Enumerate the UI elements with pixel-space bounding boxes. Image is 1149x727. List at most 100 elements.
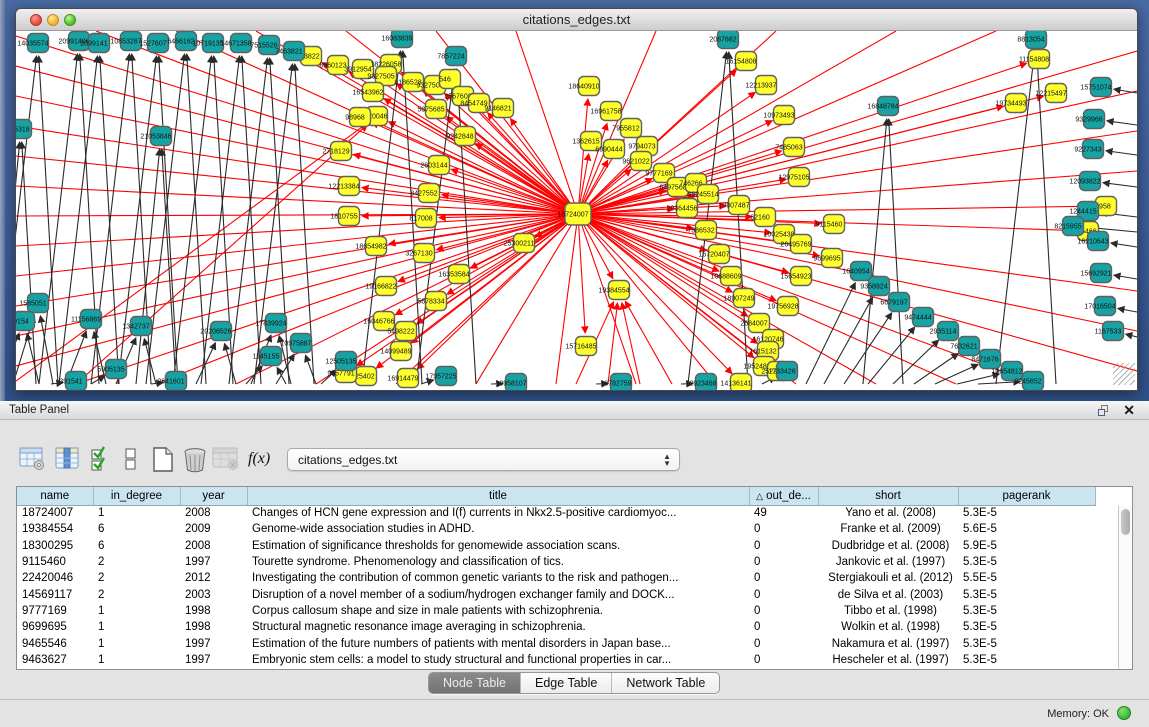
cell-name[interactable]: 19384554 bbox=[17, 521, 93, 537]
graph-node[interactable]: 17016504 bbox=[1084, 297, 1115, 316]
network-window-titlebar[interactable]: citations_edges.txt bbox=[16, 9, 1137, 31]
graph-node[interactable]: 12213384 bbox=[328, 177, 359, 196]
cell-in_degree[interactable]: 2 bbox=[93, 586, 180, 602]
cell-short[interactable]: Yano et al. (2008) bbox=[818, 505, 958, 521]
cell-short[interactable]: Jankovic et al. (1997) bbox=[818, 554, 958, 570]
graph-node[interactable]: 17957225 bbox=[425, 367, 456, 386]
table-row[interactable]: 1938455462009Genome-wide association stu… bbox=[17, 521, 1095, 537]
window-resize-grip[interactable] bbox=[1113, 363, 1135, 385]
cell-pagerank[interactable]: 5.3E-5 bbox=[958, 505, 1095, 521]
graph-node[interactable]: 7857224 bbox=[437, 47, 466, 66]
cell-name[interactable]: 9465546 bbox=[17, 635, 93, 651]
cell-title[interactable]: Estimation of significance thresholds fo… bbox=[247, 538, 749, 554]
graph-node[interactable]: 19166822 bbox=[365, 277, 396, 296]
graph-node[interactable]: 1640954 bbox=[842, 262, 871, 281]
graph-node[interactable]: 1167533 bbox=[1095, 322, 1124, 341]
graph-node[interactable]: 10975887 bbox=[280, 334, 311, 353]
graph-node[interactable]: 12215497 bbox=[1035, 84, 1066, 103]
graph-node[interactable]: 16782759 bbox=[600, 374, 631, 392]
table-row[interactable]: 977716911998Corpus callosum shape and si… bbox=[17, 603, 1095, 619]
cell-title[interactable]: Corpus callosum shape and size in male p… bbox=[247, 603, 749, 619]
graph-node[interactable]: 9115460 bbox=[816, 215, 845, 234]
table-select-dropdown[interactable]: citations_edges.txt ▲▼ bbox=[287, 448, 680, 471]
cell-title[interactable]: Estimation of the future numbers of pati… bbox=[247, 635, 749, 651]
table-row[interactable]: 2242004622012Investigating the contribut… bbox=[17, 570, 1095, 586]
cell-short[interactable]: Hescheler et al. (1997) bbox=[818, 652, 958, 668]
graph-node[interactable]: 15692921 bbox=[1080, 264, 1111, 283]
cell-in_degree[interactable]: 1 bbox=[93, 619, 180, 635]
cell-pagerank[interactable]: 5.3E-5 bbox=[958, 619, 1095, 635]
cell-title[interactable]: Genome-wide association studies in ADHD. bbox=[247, 521, 749, 537]
cell-out_de[interactable]: 0 bbox=[749, 635, 818, 651]
function-builder-icon[interactable]: f(x) bbox=[248, 450, 270, 468]
table-row[interactable]: 946362711997Embryonic stem cells: a mode… bbox=[17, 652, 1095, 668]
table-vertical-scrollbar[interactable] bbox=[1118, 506, 1131, 669]
graph-node[interactable]: 12923468 bbox=[685, 374, 716, 392]
graph-node[interactable]: 1810755 bbox=[330, 207, 359, 226]
cell-title[interactable]: Investigating the contribution of common… bbox=[247, 570, 749, 586]
tab-edge-table[interactable]: Edge Table bbox=[521, 673, 612, 693]
tab-node-table[interactable]: Node Table bbox=[429, 673, 521, 693]
network-canvas[interactable]: 7463822866012339129541822605893275058186… bbox=[16, 31, 1137, 391]
graph-node[interactable]: 2641601 bbox=[157, 372, 186, 391]
graph-node[interactable]: 546 bbox=[439, 70, 460, 89]
table-row[interactable]: 969969511998Structural magnetic resonanc… bbox=[17, 619, 1095, 635]
column-header-year[interactable]: year bbox=[180, 487, 247, 505]
graph-node[interactable]: 8215955 bbox=[1054, 217, 1083, 236]
graph-node[interactable]: 39154 bbox=[16, 312, 35, 331]
cell-short[interactable]: Franke et al. (2009) bbox=[818, 521, 958, 537]
graph-node[interactable]: 2603144 bbox=[420, 156, 449, 175]
new-column-icon[interactable] bbox=[150, 446, 176, 473]
graph-node[interactable]: 16961758 bbox=[590, 102, 621, 121]
table-row[interactable]: 1830029562008Estimation of significance … bbox=[17, 538, 1095, 554]
column-header-name[interactable]: name bbox=[17, 487, 93, 505]
cell-year[interactable]: 2003 bbox=[180, 586, 247, 602]
cell-name[interactable]: 9115460 bbox=[17, 554, 93, 570]
memory-ok-indicator[interactable] bbox=[1117, 706, 1131, 720]
graph-node[interactable]: 391541 bbox=[59, 372, 86, 391]
cell-name[interactable]: 9777169 bbox=[17, 603, 93, 619]
citation-graph[interactable]: 7463822866012339129541822605893275058186… bbox=[16, 31, 1137, 391]
cell-year[interactable]: 1997 bbox=[180, 554, 247, 570]
cell-out_de[interactable]: 0 bbox=[749, 619, 818, 635]
graph-node[interactable]: 10958107 bbox=[495, 374, 526, 392]
graph-node[interactable]: 12505135 bbox=[325, 352, 356, 371]
select-all-icon[interactable] bbox=[90, 446, 112, 472]
graph-node[interactable]: 9474444 bbox=[904, 308, 933, 327]
cell-out_de[interactable]: 0 bbox=[749, 586, 818, 602]
graph-node[interactable]: 20206526 bbox=[200, 322, 231, 341]
graph-node[interactable]: 16083839 bbox=[381, 31, 412, 48]
cell-in_degree[interactable]: 1 bbox=[93, 652, 180, 668]
graph-node[interactable]: 15654923 bbox=[780, 267, 811, 286]
cell-short[interactable]: Nakamura et al. (1997) bbox=[818, 635, 958, 651]
cell-pagerank[interactable]: 5.6E-5 bbox=[958, 521, 1095, 537]
cell-in_degree[interactable]: 1 bbox=[93, 603, 180, 619]
cell-out_de[interactable]: 0 bbox=[749, 538, 818, 554]
graph-node[interactable]: 10973493 bbox=[763, 106, 794, 125]
graph-node[interactable]: 817008 bbox=[409, 209, 436, 228]
cell-out_de[interactable]: 49 bbox=[749, 505, 818, 521]
graph-node[interactable]: 9227343 bbox=[1074, 140, 1103, 159]
graph-node[interactable]: 62160 bbox=[750, 208, 775, 227]
cell-year[interactable]: 1997 bbox=[180, 652, 247, 668]
graph-node[interactable]: 12093822 bbox=[1069, 172, 1100, 191]
graph-node[interactable]: 20364456 bbox=[666, 199, 697, 218]
cell-pagerank[interactable]: 5.3E-5 bbox=[958, 635, 1095, 651]
tab-network-table[interactable]: Network Table bbox=[612, 673, 719, 693]
graph-node[interactable]: 2705318 bbox=[16, 120, 32, 139]
cell-year[interactable]: 2012 bbox=[180, 570, 247, 586]
table-mode-icon[interactable] bbox=[19, 446, 46, 471]
cell-name[interactable]: 14569117 bbox=[17, 586, 93, 602]
graph-node[interactable]: 7386532 bbox=[687, 221, 716, 240]
delete-column-icon[interactable] bbox=[182, 446, 210, 473]
graph-node[interactable]: 1342737 bbox=[122, 317, 151, 336]
cell-out_de[interactable]: 0 bbox=[749, 554, 818, 570]
show-columns-icon[interactable] bbox=[55, 446, 81, 471]
cell-short[interactable]: Tibbo et al. (1998) bbox=[818, 603, 958, 619]
close-icon[interactable]: ✕ bbox=[1123, 402, 1135, 419]
cell-name[interactable]: 22420046 bbox=[17, 570, 93, 586]
cell-out_de[interactable]: 0 bbox=[749, 521, 818, 537]
cell-short[interactable]: Stergiakouli et al. (2012) bbox=[818, 570, 958, 586]
graph-node[interactable]: 14035574 bbox=[17, 34, 48, 53]
cell-pagerank[interactable]: 5.3E-5 bbox=[958, 586, 1095, 602]
